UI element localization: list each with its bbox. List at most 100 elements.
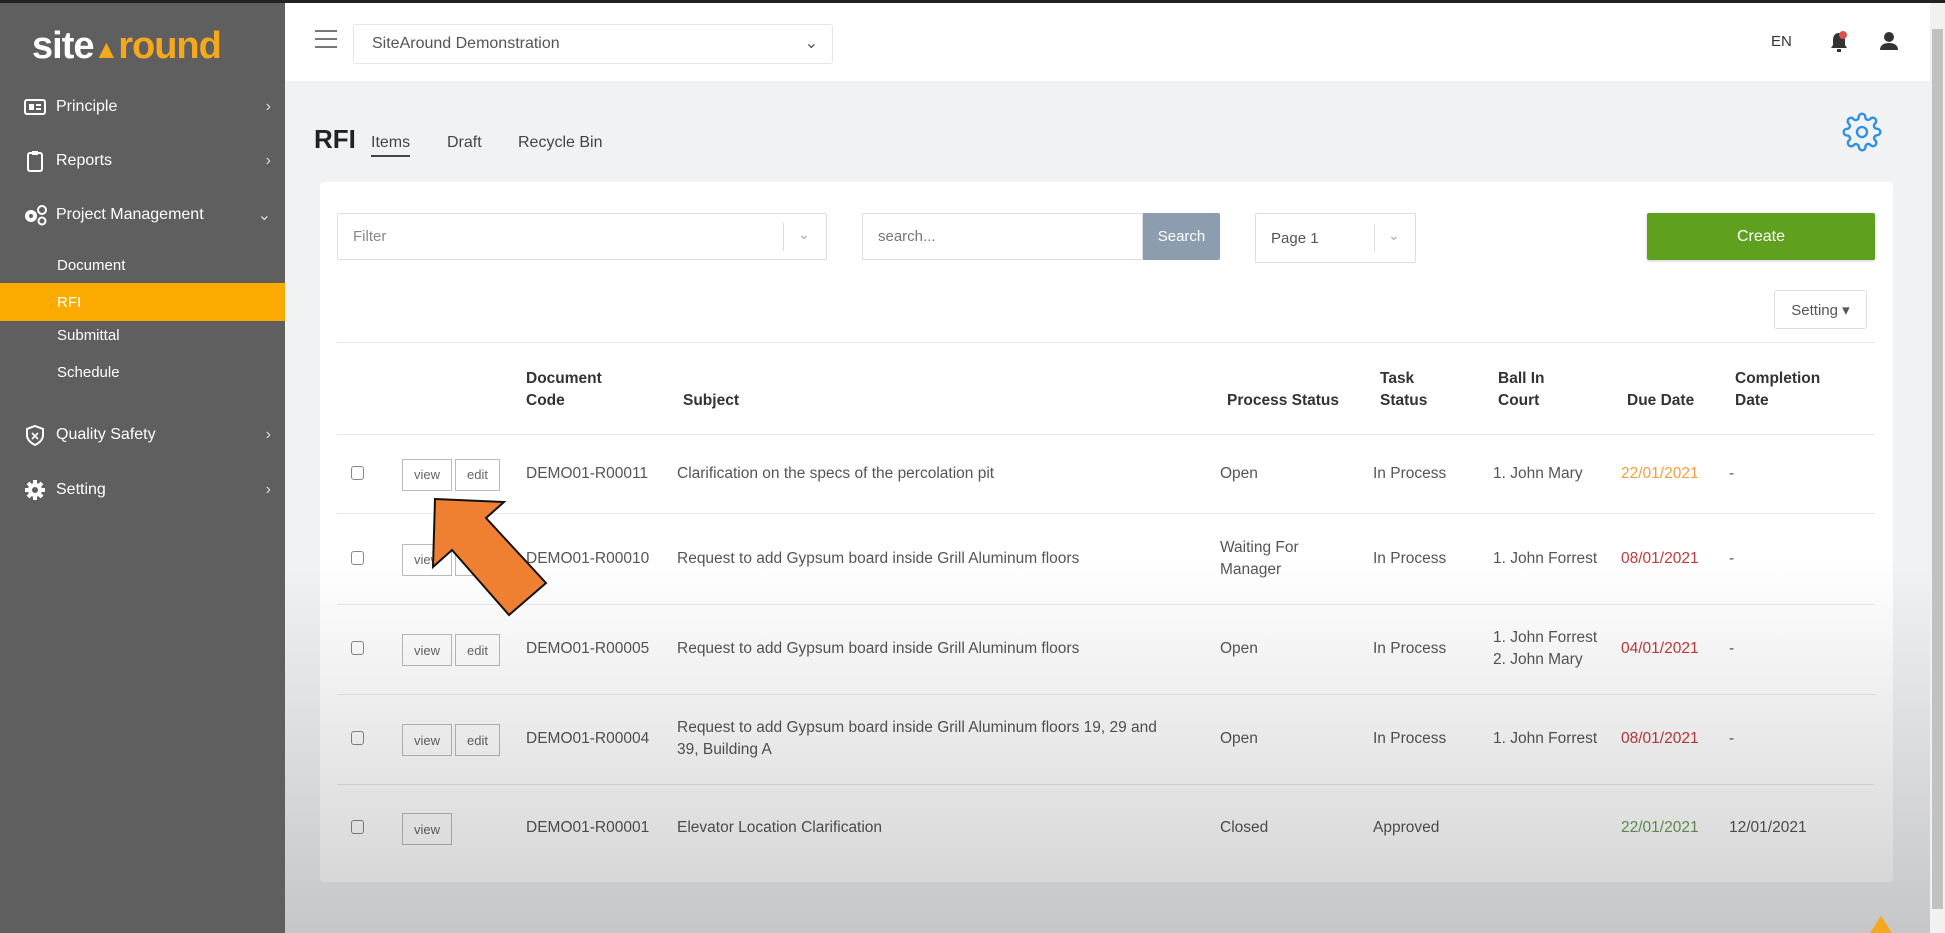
project-select[interactable]: SiteAround Demonstration ⌄ xyxy=(353,24,833,64)
completion-date: 12/01/2021 xyxy=(1729,819,1807,836)
view-button[interactable]: view xyxy=(402,724,452,756)
tab-recycle-bin[interactable]: Recycle Bin xyxy=(518,134,602,152)
row-divider xyxy=(337,604,1875,605)
view-button[interactable]: view xyxy=(402,813,452,845)
edit-button[interactable]: edit xyxy=(455,634,500,666)
header-task-status: Task Status xyxy=(1380,368,1427,412)
subject: Request to add Gypsum board inside Grill… xyxy=(677,719,1157,758)
completion-date: - xyxy=(1729,640,1735,657)
edit-button[interactable]: edit xyxy=(455,724,500,756)
due-date: 08/01/2021 xyxy=(1621,549,1699,567)
row-divider xyxy=(337,694,1875,695)
subject: Request to add Gypsum board inside Grill… xyxy=(677,640,1080,657)
header-text: Date xyxy=(1735,392,1769,409)
process-status: Open xyxy=(1220,730,1258,747)
due-date: 22/01/2021 xyxy=(1621,819,1699,836)
scrollbar-thumb[interactable] xyxy=(1932,29,1943,909)
ball-in-court: 1. John Forrest 2. John Mary xyxy=(1493,629,1598,668)
notification-bell-icon[interactable] xyxy=(1829,31,1849,58)
document-code: DEMO01-R00011 xyxy=(526,464,649,482)
process-status: Open xyxy=(1220,640,1258,657)
tab-items[interactable]: Items xyxy=(371,134,411,157)
document-code: DEMO01-R00005 xyxy=(526,640,650,657)
due-date: 08/01/2021 xyxy=(1621,730,1699,747)
edit-button[interactable]: edit xyxy=(455,458,500,491)
view-button[interactable]: view xyxy=(402,543,452,576)
row-checkbox[interactable] xyxy=(351,641,364,655)
sidebar-item-project-management[interactable]: Project Management ⌄ xyxy=(0,201,285,229)
sidebar-item-label: Setting xyxy=(56,481,106,498)
search-button[interactable]: Search xyxy=(1143,213,1220,260)
sidebar-item-setting[interactable]: Setting › xyxy=(0,476,285,504)
logo[interactable]: site▲round xyxy=(32,25,222,68)
header-text: Task xyxy=(1380,370,1415,387)
subject: Elevator Location Clarification xyxy=(677,819,883,836)
shield-icon xyxy=(22,424,48,446)
row-divider xyxy=(337,513,1875,514)
gear-icon xyxy=(22,479,48,501)
header-text: Ball In xyxy=(1498,370,1545,387)
create-button[interactable]: Create xyxy=(1647,213,1875,260)
due-date: 22/01/2021 xyxy=(1621,464,1699,482)
ball-in-court: 1. John Forrest xyxy=(1493,730,1598,747)
chevron-icon: › xyxy=(265,98,271,115)
top-header: SiteAround Demonstration ⌄ EN xyxy=(285,3,1930,81)
sidebar-item-reports[interactable]: Reports › xyxy=(0,147,285,175)
header-completion-date: Completion Date xyxy=(1735,368,1820,412)
row-divider xyxy=(337,784,1875,785)
header-text: Code xyxy=(526,392,565,409)
view-button[interactable]: view xyxy=(402,634,452,666)
ball-in-court: 1. John Mary xyxy=(1493,464,1583,482)
process-status: Closed xyxy=(1220,819,1269,836)
chevron-icon: ⌄ xyxy=(257,207,271,224)
completion-date: - xyxy=(1729,730,1735,747)
page-select[interactable]: Page 1 ⌄ xyxy=(1255,213,1416,263)
user-profile-icon[interactable] xyxy=(1879,31,1899,56)
process-status: Open xyxy=(1220,464,1258,482)
header-text: Completion xyxy=(1735,370,1821,387)
page-title: RFI xyxy=(314,124,356,154)
divider xyxy=(1374,224,1375,252)
row-checkbox[interactable] xyxy=(351,820,364,834)
search-input[interactable] xyxy=(862,213,1143,260)
row-checkbox[interactable] xyxy=(351,465,364,480)
sidebar-item-label: Quality Safety xyxy=(56,426,156,443)
sidebar-subitem-document[interactable]: Document xyxy=(0,251,285,279)
document-code: DEMO01-R00004 xyxy=(526,730,650,747)
divider xyxy=(337,434,1875,435)
scrollbar[interactable] xyxy=(1930,3,1945,933)
task-status: In Process xyxy=(1373,464,1447,482)
sidebar-subitem-schedule[interactable]: Schedule xyxy=(0,358,285,386)
tab-draft[interactable]: Draft xyxy=(447,134,482,152)
sidebar-subitem-submittal[interactable]: Submittal xyxy=(0,321,285,349)
rfi-list-card: Filter⌄ Search Page 1⌄ Create Setting ▾ … xyxy=(320,182,1893,882)
completion-date: - xyxy=(1729,549,1735,567)
view-button[interactable]: view xyxy=(402,458,452,491)
row-checkbox[interactable] xyxy=(351,550,364,565)
id-card-icon xyxy=(22,98,48,116)
settings-gear-icon[interactable] xyxy=(1842,112,1882,157)
process-status: Waiting For Manager xyxy=(1220,538,1299,578)
column-setting-button[interactable]: Setting ▾ xyxy=(1774,290,1867,329)
row-checkbox[interactable] xyxy=(351,731,364,745)
hamburger-menu-icon[interactable] xyxy=(315,30,337,48)
document-code: DEMO01-R00010 xyxy=(526,549,650,567)
header-subject: Subject xyxy=(683,392,739,409)
edit-button[interactable]: edit xyxy=(455,543,500,576)
filter-select[interactable]: Filter ⌄ xyxy=(337,213,827,260)
ball-in-court: 1. John Forrest xyxy=(1493,549,1598,567)
chevron-icon: › xyxy=(265,426,271,443)
header-process-status: Process Status xyxy=(1227,392,1339,409)
task-status: In Process xyxy=(1373,549,1447,567)
sidebar-item-principle[interactable]: Principle › xyxy=(0,93,285,121)
sidebar-item-quality-safety[interactable]: Quality Safety › xyxy=(0,421,285,449)
help-widget-icon[interactable] xyxy=(1870,916,1892,933)
language-selector[interactable]: EN xyxy=(1771,33,1792,50)
completion-date: - xyxy=(1729,464,1735,482)
sidebar-subitem-rfi[interactable]: RFI xyxy=(0,283,285,321)
header-text: Status xyxy=(1380,392,1428,409)
header-document-code: Document Code xyxy=(526,368,602,412)
document-code: DEMO01-R00001 xyxy=(526,819,650,836)
sidebar-item-label: Project Management xyxy=(56,206,204,223)
chevron-down-icon: ⌄ xyxy=(798,226,810,242)
